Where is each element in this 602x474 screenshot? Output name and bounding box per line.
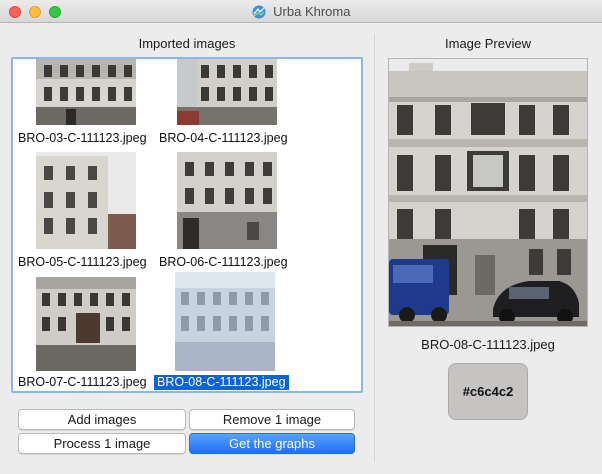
panel-divider [374, 34, 375, 462]
thumbnail-image [177, 59, 277, 125]
imported-images-list[interactable]: BRO-03-C-111123.jpeg BRO-04-C-111123.jpe… [11, 57, 363, 393]
list-item[interactable]: BRO-03-C-111123.jpeg [15, 59, 155, 154]
app-logo-icon [252, 5, 266, 19]
image-preview [388, 58, 588, 327]
dominant-color-swatch[interactable]: #c6c4c2 [448, 363, 528, 420]
list-item[interactable]: BRO-04-C-111123.jpeg [155, 59, 295, 154]
thumbnail-label-selected: BRO-08-C-111123.jpeg [154, 375, 289, 390]
building-facade-photo [389, 59, 587, 326]
list-item[interactable]: BRO-06-C-111123.jpeg [155, 152, 295, 269]
thumbnail-image [36, 152, 136, 249]
thumbnail-label: BRO-04-C-111123.jpeg [159, 131, 288, 145]
thumbnail-label: BRO-07-C-111123.jpeg [18, 375, 147, 389]
thumbnail-image [36, 277, 136, 371]
window-title: Urba Khroma [273, 4, 351, 19]
window-title-area: Urba Khroma [0, 0, 602, 23]
preview-filename: BRO-08-C-111123.jpeg [421, 337, 555, 352]
thumbnail-image [175, 272, 275, 371]
list-item-selected[interactable]: BRO-08-C-111123.jpeg [154, 272, 295, 390]
process-image-button[interactable]: Process 1 image [18, 433, 186, 454]
remove-image-button[interactable]: Remove 1 image [189, 409, 355, 430]
thumbnail-label: BRO-06-C-111123.jpeg [159, 255, 288, 269]
list-item[interactable]: BRO-05-C-111123.jpeg [15, 152, 155, 269]
thumbnail-label: BRO-05-C-111123.jpeg [18, 255, 147, 269]
app-window: Urba Khroma Imported images BRO-03-C-111… [0, 0, 602, 474]
thumbnail-label: BRO-03-C-111123.jpeg [18, 131, 147, 145]
image-preview-heading: Image Preview [445, 36, 531, 51]
list-item[interactable]: BRO-07-C-111123.jpeg [15, 277, 155, 389]
thumbnail-image [177, 152, 277, 249]
imported-images-heading: Imported images [138, 36, 236, 51]
get-graphs-button[interactable]: Get the graphs [189, 433, 355, 454]
add-images-button[interactable]: Add images [18, 409, 186, 430]
title-bar[interactable]: Urba Khroma [0, 0, 602, 23]
thumbnail-image [36, 59, 136, 125]
